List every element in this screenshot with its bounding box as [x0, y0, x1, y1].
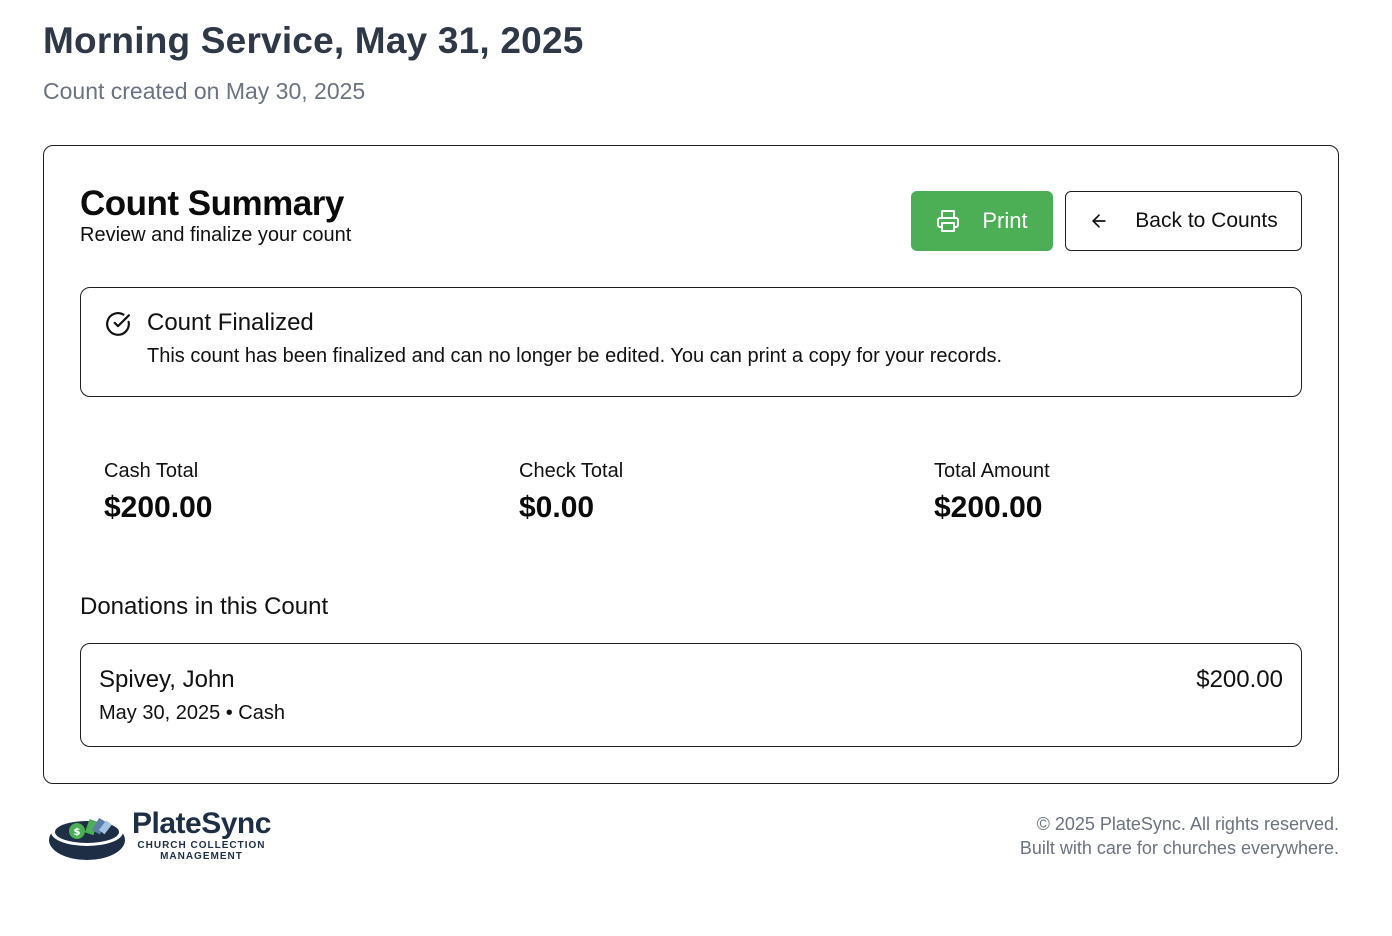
print-button-label: Print: [982, 208, 1028, 233]
arrow-left-icon: [1089, 211, 1109, 231]
back-to-counts-button[interactable]: Back to Counts: [1065, 191, 1302, 251]
total-value: $200.00: [104, 491, 213, 524]
logo-name: PlateSync: [132, 807, 271, 840]
footer-tagline: Built with care for churches everywhere.: [1019, 838, 1339, 858]
total-value: $0.00: [519, 491, 595, 524]
donor-name: Spivey, John: [99, 666, 235, 693]
logo-tagline-2: MANAGEMENT: [160, 851, 243, 862]
printer-icon: [936, 209, 960, 233]
count-summary-card: Count Summary Review and finalize your c…: [43, 145, 1339, 784]
copyright-text: © 2025 PlateSync. All rights reserved.: [1036, 814, 1339, 834]
alert-text: This count has been finalized and can no…: [147, 345, 1002, 367]
collection-plate-icon: $: [45, 806, 129, 864]
check-total: Check Total $0.00: [519, 460, 623, 525]
logo-text: PlateSync CHURCH COLLECTION MANAGEMENT: [132, 807, 271, 863]
print-button[interactable]: Print: [911, 191, 1053, 251]
platesync-logo: $ PlateSync CHURCH COLLECTION MANAGEMENT: [45, 806, 271, 864]
total-value: $200.00: [934, 491, 1043, 524]
cash-total: Cash Total $200.00: [104, 460, 212, 525]
finalized-alert: Count Finalized This count has been fina…: [80, 287, 1302, 397]
total-label: Cash Total: [104, 460, 199, 482]
total-label: Total Amount: [934, 460, 1050, 482]
page-title: Morning Service, May 31, 2025: [43, 20, 584, 61]
donations-heading: Donations in this Count: [80, 593, 329, 620]
back-button-label: Back to Counts: [1135, 209, 1278, 232]
total-label: Check Total: [519, 460, 624, 482]
donation-meta: May 30, 2025 • Cash: [99, 702, 285, 724]
card-title: Count Summary: [80, 184, 344, 223]
logo-tagline-1: CHURCH COLLECTION: [137, 840, 266, 851]
check-circle-icon: [105, 311, 131, 337]
page-subtitle: Count created on May 30, 2025: [43, 78, 366, 104]
svg-text:$: $: [74, 827, 81, 838]
card-subtitle: Review and finalize your count: [80, 224, 352, 246]
footer-text: © 2025 PlateSync. All rights reserved. B…: [1020, 812, 1339, 860]
total-amount: Total Amount $200.00: [934, 460, 1050, 525]
donation-list-item: Spivey, John May 30, 2025 • Cash $200.00: [80, 643, 1302, 747]
donation-amount: $200.00: [1196, 666, 1283, 693]
alert-title: Count Finalized: [147, 309, 314, 336]
